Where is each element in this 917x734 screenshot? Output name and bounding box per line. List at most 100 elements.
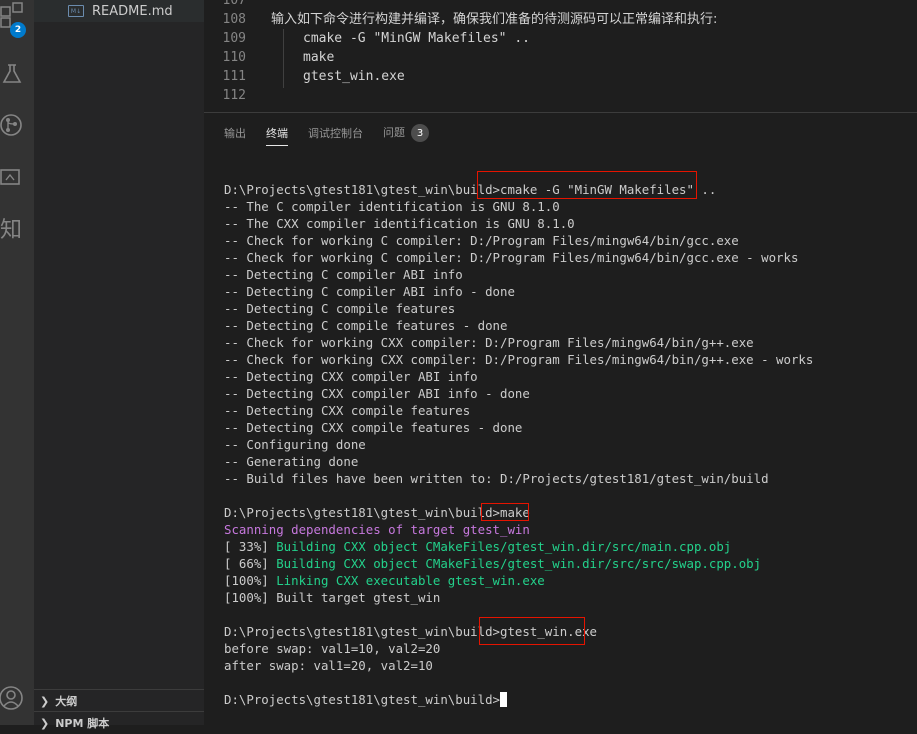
tab-problems[interactable]: 问题 3	[383, 124, 429, 147]
terminal-prompt: D:\Projects\gtest181\gtest_win\build>	[224, 624, 501, 639]
file-name: README.md	[92, 3, 173, 19]
terminal-text: -- Detecting CXX compiler ABI info	[224, 369, 478, 384]
terminal-line: -- Check for working C compiler: D:/Prog…	[224, 249, 798, 266]
tab-output[interactable]: 输出	[224, 125, 246, 145]
terminal-line: after swap: val1=20, val2=10	[224, 657, 433, 674]
progress-prefix: [ 66%]	[224, 556, 277, 571]
terminal-text: -- Detecting C compile features	[224, 301, 456, 316]
terminal-line: -- Detecting C compile features	[224, 300, 455, 317]
terminal-text: -- Check for working C compiler: D:/Prog…	[224, 250, 799, 265]
highlight-box-run	[479, 617, 585, 645]
highlight-box-cmake	[477, 171, 697, 199]
terminal-line: -- Configuring done	[224, 436, 366, 453]
line-number: 108	[222, 12, 246, 27]
terminal-line: D:\Projects\gtest181\gtest_win\build>	[224, 691, 508, 708]
terminal-line: -- Detecting C compiler ABI info - done	[224, 283, 515, 300]
npm-scripts-label: NPM 脚本	[55, 717, 110, 730]
source-control-icon[interactable]	[0, 107, 34, 143]
terminal-line: -- The C compiler identification is GNU …	[224, 198, 560, 215]
outline-section[interactable]: ❯ 大纲	[34, 689, 204, 712]
chevron-right-icon: ❯	[40, 716, 50, 730]
panel-tabs: 输出 终端 调试控制台 问题 3	[224, 123, 449, 147]
editor-line: 111 gtest_win.exe	[204, 67, 917, 86]
editor-line: 107	[204, 0, 917, 10]
terminal-prompt: D:\Projects\gtest181\gtest_win\build>	[224, 182, 501, 197]
terminal-line: -- Build files have been written to: D:/…	[224, 470, 769, 487]
explorer-sidebar: M↓ README.md ❯ 大纲 ❯ NPM 脚本	[34, 0, 204, 730]
terminal-text: -- Build files have been written to: D:/…	[224, 471, 769, 486]
terminal-line: -- Detecting C compiler ABI info	[224, 266, 463, 283]
npm-scripts-section[interactable]: ❯ NPM 脚本	[34, 711, 204, 734]
terminal-line: [100%] Built target gtest_win	[224, 589, 440, 606]
terminal-line: [ 66%] Building CXX object CMakeFiles/gt…	[224, 555, 761, 572]
terminal-text: after swap: val1=20, val2=10	[224, 658, 433, 673]
terminal-text: -- Detecting C compiler ABI info - done	[224, 284, 515, 299]
terminal-line: -- Check for working C compiler: D:/Prog…	[224, 232, 739, 249]
terminal-text: -- Generating done	[224, 454, 359, 469]
editor-line: 112	[204, 86, 917, 105]
terminal-prompt: D:\Projects\gtest181\gtest_win\build>	[224, 692, 501, 707]
terminal-text: before swap: val1=10, val2=20	[224, 641, 441, 656]
line-text: cmake -G "MinGW Makefiles" ..	[303, 31, 530, 46]
bottom-panel: 输出 终端 调试控制台 问题 3 D:\Projects\gtest181\gte…	[204, 112, 917, 726]
terminal-text: -- The C compiler identification is GNU …	[224, 199, 560, 214]
terminal-line: [ 33%] Building CXX object CMakeFiles/gt…	[224, 538, 731, 555]
terminal-text: -- Detecting CXX compiler ABI info - don…	[224, 386, 530, 401]
terminal-text: -- Configuring done	[224, 437, 366, 452]
tab-terminal[interactable]: 终端	[266, 125, 288, 146]
terminal-text: Building CXX object CMakeFiles/gtest_win…	[276, 539, 732, 554]
line-number: 112	[222, 88, 246, 103]
problems-count-badge: 3	[411, 124, 429, 143]
terminal-line: -- The CXX compiler identification is GN…	[224, 215, 575, 232]
progress-prefix: [ 33%]	[224, 539, 277, 554]
account-icon[interactable]	[0, 680, 34, 716]
terminal-line: -- Detecting CXX compiler ABI info	[224, 368, 478, 385]
line-number: 111	[222, 69, 246, 84]
outline-label: 大纲	[55, 695, 78, 708]
terminal-line: -- Generating done	[224, 453, 358, 470]
terminal-line: Scanning dependencies of target gtest_wi…	[224, 521, 530, 538]
terminal-line: before swap: val1=10, val2=20	[224, 640, 440, 657]
line-text: 输入如下命令进行构建并编译，确保我们准备的待测源码可以正常编译和执行:	[271, 12, 718, 27]
editor-line: 108 输入如下命令进行构建并编译，确保我们准备的待测源码可以正常编译和执行:	[204, 10, 917, 29]
zhihu-extension-icon[interactable]: 知	[0, 210, 34, 246]
line-number: 107	[222, 0, 246, 8]
terminal-text: Scanning dependencies of target gtest_wi…	[224, 522, 530, 537]
progress-prefix: [100%]	[224, 573, 277, 588]
highlight-box-make	[481, 503, 529, 521]
terminal-text: -- Detecting C compiler ABI info	[224, 267, 463, 282]
editor-line: 110 make	[204, 48, 917, 67]
terminal-text: -- Detecting CXX compile features	[224, 403, 471, 418]
file-item-readme[interactable]: M↓ README.md	[34, 0, 204, 22]
terminal-line: [100%] Linking CXX executable gtest_win.…	[224, 572, 545, 589]
markdown-file-icon: M↓	[68, 5, 84, 17]
editor-area[interactable]: 107 108 输入如下命令进行构建并编译，确保我们准备的待测源码可以正常编译和执…	[204, 0, 917, 112]
terminal-cursor	[500, 692, 508, 707]
activity-bar: 2 知	[0, 0, 34, 725]
terminal-line: -- Detecting CXX compile features	[224, 402, 470, 419]
terminal-line: -- Detecting CXX compile features - done	[224, 419, 522, 436]
tab-problems-label: 问题	[383, 125, 405, 139]
terminal-line: -- Check for working CXX compiler: D:/Pr…	[224, 351, 813, 368]
terminal-text: -- Detecting CXX compile features - done	[224, 420, 523, 435]
terminal-line: -- Detecting C compile features - done	[224, 317, 507, 334]
editor-line: 109 cmake -G "MinGW Makefiles" ..	[204, 29, 917, 48]
terminal-line: -- Detecting CXX compiler ABI info - don…	[224, 385, 530, 402]
terminal-text: -- Detecting C compile features - done	[224, 318, 508, 333]
terminal-text: -- Check for working CXX compiler: D:/Pr…	[224, 352, 814, 367]
terminal-text: -- Check for working C compiler: D:/Prog…	[224, 233, 739, 248]
test-flask-icon[interactable]	[0, 56, 34, 92]
line-text: make	[303, 50, 335, 65]
tab-debug-console[interactable]: 调试控制台	[308, 125, 363, 145]
terminal-text: Building CXX object CMakeFiles/gtest_win…	[276, 556, 762, 571]
terminal-line: -- Check for working CXX compiler: D:/Pr…	[224, 334, 754, 351]
remote-explorer-icon[interactable]	[0, 160, 34, 196]
line-text: gtest_win.exe	[303, 69, 405, 84]
explorer-badge: 2	[10, 22, 26, 38]
chevron-right-icon: ❯	[40, 694, 50, 708]
explorer-icon[interactable]: 2	[0, 0, 34, 38]
terminal-text: Linking CXX executable gtest_win.exe	[276, 573, 545, 588]
terminal-text: -- The CXX compiler identification is GN…	[224, 216, 575, 231]
line-number: 109	[222, 31, 246, 46]
line-number: 110	[222, 50, 246, 65]
